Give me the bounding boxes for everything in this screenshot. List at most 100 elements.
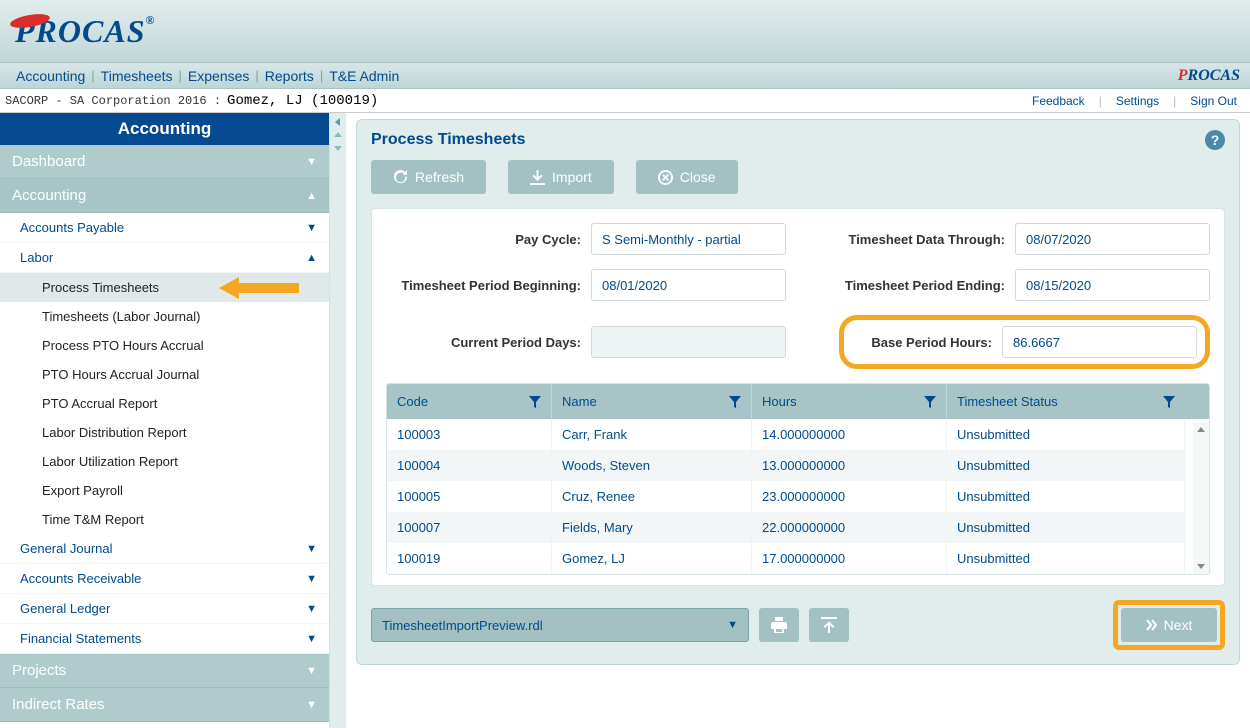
link-signout[interactable]: Sign Out — [1182, 94, 1245, 108]
sidebar-item-export-payroll[interactable]: Export Payroll — [0, 476, 329, 505]
table-row[interactable]: 100007Fields, Mary22.000000000Unsubmitte… — [387, 512, 1209, 543]
sidebar-sub-accounts-receivable[interactable]: Accounts Receivable ▼ — [0, 564, 329, 594]
sidebar-collapse-strip[interactable] — [330, 113, 346, 728]
table-row[interactable]: 100004Woods, Steven13.000000000Unsubmitt… — [387, 450, 1209, 481]
sidebar-sub-accounts-payable[interactable]: Accounts Payable ▼ — [0, 213, 329, 243]
sidebar-item-timesheets-journal[interactable]: Timesheets (Labor Journal) — [0, 302, 329, 331]
caret-down-icon: ▼ — [306, 573, 317, 585]
print-icon — [771, 617, 787, 633]
print-button[interactable] — [759, 608, 799, 642]
sidebar-sub-labor[interactable]: Labor ▲ — [0, 243, 329, 273]
panel-title: Process Timesheets — [371, 131, 525, 149]
filter-icon[interactable] — [729, 396, 741, 408]
table-row[interactable]: 100019Gomez, LJ17.000000000Unsubmitted — [387, 543, 1209, 574]
sidebar-item-pto-report[interactable]: PTO Accrual Report — [0, 389, 329, 418]
col-header-code[interactable]: Code — [387, 384, 552, 419]
import-icon — [530, 170, 545, 185]
sidebar-item-time-tm[interactable]: Time T&M Report — [0, 505, 329, 534]
nav-reports[interactable]: Reports — [259, 68, 320, 84]
caret-down-icon: ▼ — [306, 603, 317, 615]
input-period-begin[interactable] — [591, 269, 786, 301]
cell-name: Gomez, LJ — [552, 543, 752, 574]
refresh-icon — [393, 170, 408, 185]
col-label: Hours — [762, 394, 797, 409]
filter-icon[interactable] — [529, 396, 541, 408]
sidebar-section-indirect-rates[interactable]: Indirect Rates ▼ — [0, 688, 329, 722]
sidebar-item-process-pto[interactable]: Process PTO Hours Accrual — [0, 331, 329, 360]
cell-name: Cruz, Renee — [552, 481, 752, 512]
cell-status: Unsubmitted — [947, 543, 1185, 574]
caret-down-icon: ▼ — [306, 699, 317, 711]
input-period-end[interactable] — [1015, 269, 1210, 301]
help-icon[interactable]: ? — [1205, 130, 1225, 150]
input-current-days[interactable] — [591, 326, 786, 358]
sidebar-label: Projects — [12, 662, 66, 679]
caret-down-icon: ▼ — [306, 665, 317, 677]
sidebar-section-dashboard[interactable]: Dashboard ▼ — [0, 145, 329, 179]
sidebar-item-process-timesheets[interactable]: Process Timesheets — [0, 273, 329, 302]
sidebar-item-pto-journal[interactable]: PTO Hours Accrual Journal — [0, 360, 329, 389]
nav-timesheets[interactable]: Timesheets — [95, 68, 179, 84]
nav-te-admin[interactable]: T&E Admin — [323, 68, 405, 84]
sidebar-sub-general-journal[interactable]: General Journal ▼ — [0, 534, 329, 564]
sidebar-sub-label: Labor — [20, 250, 53, 265]
report-select[interactable]: TimesheetImportPreview.rdl ▼ — [371, 608, 749, 642]
collapse-left-icon — [333, 117, 343, 127]
sidebar-sub-label: General Journal — [20, 541, 113, 556]
sidebar-section-accounting[interactable]: Accounting ▲ — [0, 179, 329, 213]
cell-status: Unsubmitted — [947, 512, 1185, 543]
button-label: Import — [552, 169, 592, 185]
cell-name: Carr, Frank — [552, 419, 752, 450]
link-feedback[interactable]: Feedback — [1024, 94, 1093, 108]
panel-footer: TimesheetImportPreview.rdl ▼ Next — [357, 586, 1239, 664]
sidebar-sub-label: Accounts Payable — [20, 220, 124, 235]
info-bar: SACORP - SA Corporation 2016 : Gomez, LJ… — [0, 89, 1250, 113]
callout-base-hours: Base Period Hours: — [839, 315, 1210, 369]
close-button[interactable]: Close — [636, 160, 738, 194]
sidebar-item-labor-util[interactable]: Labor Utilization Report — [0, 447, 329, 476]
filter-icon[interactable] — [1163, 396, 1175, 408]
current-user: Gomez, LJ (100019) — [227, 93, 378, 109]
panel-process-timesheets: Process Timesheets ? Refresh Import Clos… — [356, 119, 1240, 665]
next-button[interactable]: Next — [1121, 608, 1217, 642]
col-header-name[interactable]: Name — [552, 384, 752, 419]
nav-expenses[interactable]: Expenses — [182, 68, 255, 84]
grid-scrollbar[interactable] — [1193, 422, 1209, 574]
grid-body: 100003Carr, Frank14.000000000Unsubmitted… — [387, 419, 1209, 574]
close-icon — [658, 170, 673, 185]
cell-hours: 22.000000000 — [752, 512, 947, 543]
sidebar-label: Indirect Rates — [12, 696, 105, 713]
link-settings[interactable]: Settings — [1108, 94, 1167, 108]
input-pay-cycle[interactable] — [591, 223, 786, 255]
input-base-hours[interactable] — [1002, 326, 1197, 358]
scroll-up-icon — [1196, 425, 1206, 435]
cell-hours: 23.000000000 — [752, 481, 947, 512]
callout-next: Next — [1113, 600, 1225, 650]
sidebar-item-labor-dist[interactable]: Labor Distribution Report — [0, 418, 329, 447]
report-select-value: TimesheetImportPreview.rdl — [382, 618, 543, 633]
col-header-status[interactable]: Timesheet Status — [947, 384, 1185, 419]
sidebar-sub-general-ledger[interactable]: General Ledger ▼ — [0, 594, 329, 624]
col-header-hours[interactable]: Hours — [752, 384, 947, 419]
table-row[interactable]: 100005Cruz, Renee23.000000000Unsubmitted — [387, 481, 1209, 512]
timesheet-grid: Code Name Hours Timesheet Status — [386, 383, 1210, 575]
caret-down-icon: ▼ — [306, 156, 317, 168]
export-button[interactable] — [809, 608, 849, 642]
refresh-button[interactable]: Refresh — [371, 160, 486, 194]
col-label: Code — [397, 394, 428, 409]
cell-hours: 14.000000000 — [752, 419, 947, 450]
table-row[interactable]: 100003Carr, Frank14.000000000Unsubmitted — [387, 419, 1209, 450]
filter-icon[interactable] — [924, 396, 936, 408]
caret-down-icon: ▼ — [306, 222, 317, 234]
sidebar-section-projects[interactable]: Projects ▼ — [0, 654, 329, 688]
caret-up-icon: ▲ — [306, 252, 317, 264]
cell-hours: 13.000000000 — [752, 450, 947, 481]
nav-accounting[interactable]: Accounting — [10, 68, 91, 84]
upload-icon — [821, 617, 837, 633]
cell-code: 100007 — [387, 512, 552, 543]
input-data-through[interactable] — [1015, 223, 1210, 255]
sidebar-sub-label: Financial Statements — [20, 631, 141, 646]
sidebar: Accounting Dashboard ▼ Accounting ▲ Acco… — [0, 113, 330, 728]
import-button[interactable]: Import — [508, 160, 614, 194]
sidebar-sub-financial-statements[interactable]: Financial Statements ▼ — [0, 624, 329, 654]
